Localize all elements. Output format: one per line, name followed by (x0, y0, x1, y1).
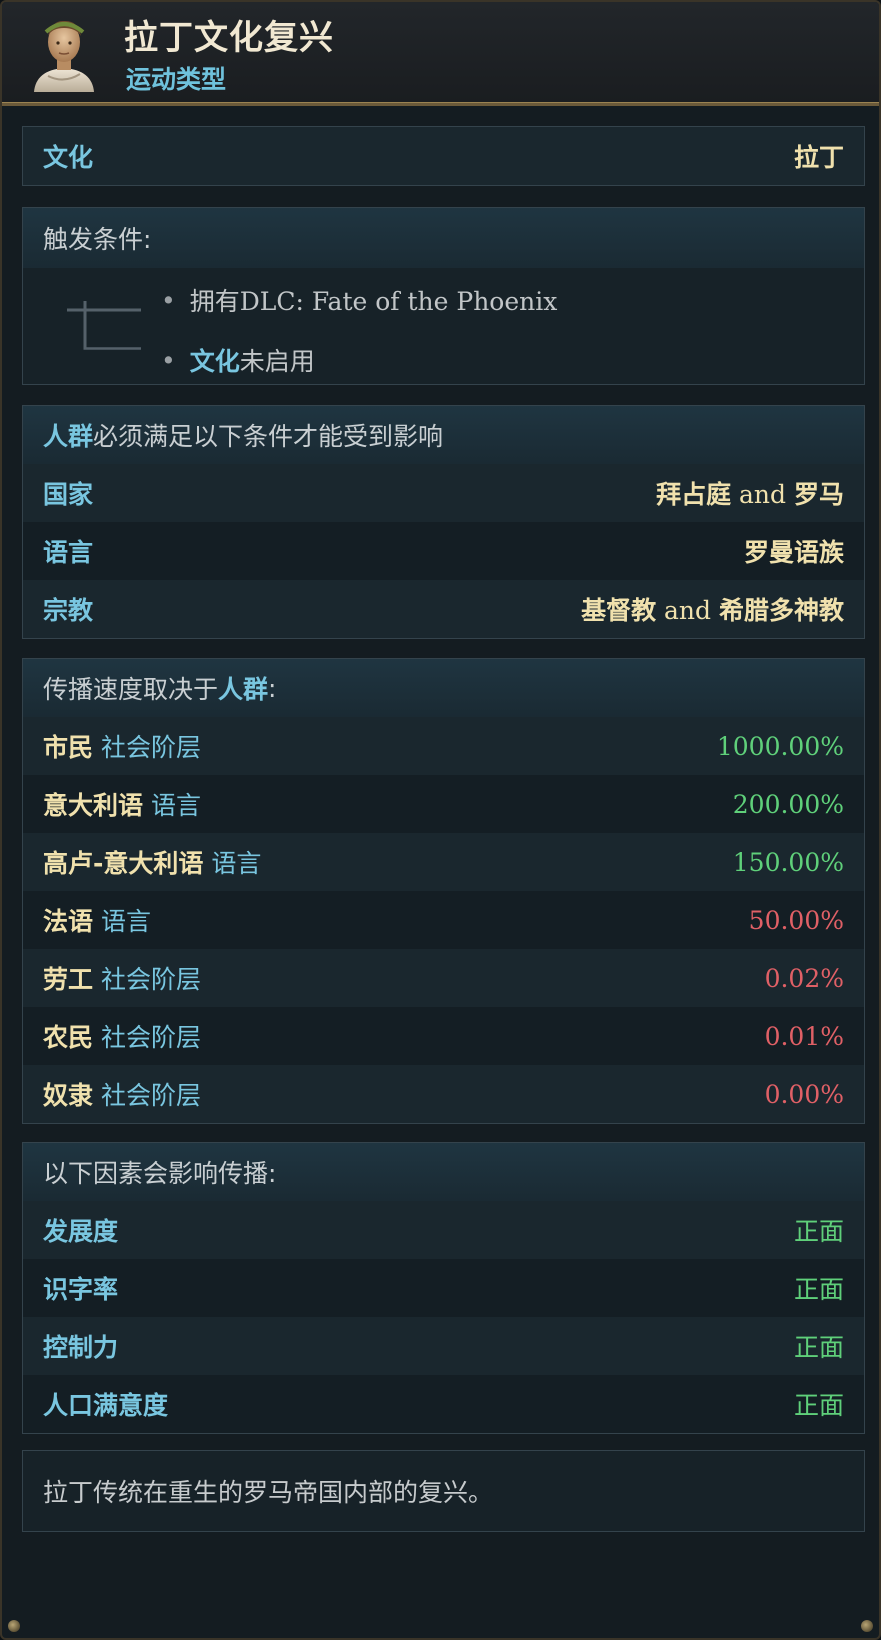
pop-group-name[interactable]: 市民 (43, 733, 93, 762)
pop-group-name[interactable]: 意大利语 (43, 791, 143, 820)
corner-rivet (8, 1620, 20, 1632)
requirement-row: 语言 罗曼语族 (23, 522, 864, 580)
factors-panel: 以下因素会影响传播: 发展度 正面 识字率 正面 控制力 正面 人口满意度 正面 (22, 1142, 865, 1434)
spread-row: 法语 语言 50.00% (23, 891, 864, 949)
spread-row: 意大利语 语言 200.00% (23, 775, 864, 833)
pop-group-name[interactable]: 高卢-意大利语 (43, 849, 203, 878)
pop-group-type[interactable]: 语言 (211, 849, 261, 878)
spread-row-subject: 法语 语言 (43, 902, 151, 938)
requirement-label[interactable]: 宗教 (43, 591, 93, 627)
or-bracket-icon (67, 300, 141, 350)
spread-row-subject: 农民 社会阶层 (43, 1018, 201, 1054)
spread-row-subject: 高卢-意大利语 语言 (43, 844, 261, 880)
spread-row-subject: 奴隶 社会阶层 (43, 1076, 201, 1112)
factor-label[interactable]: 人口满意度 (43, 1386, 168, 1422)
pop-group-name[interactable]: 农民 (43, 1023, 93, 1052)
movement-title: 拉丁文化复兴 (124, 18, 334, 58)
tooltip-window: 拉丁文化复兴 运动类型 文化 拉丁 触发条件: • 拥有DLC: Fate of… (0, 0, 881, 1640)
spread-panel: 传播速度取决于 人群 : 市民 社会阶层 1000.00% 意大利语 语言 200.0… (22, 658, 865, 1124)
spread-row: 市民 社会阶层 1000.00% (23, 717, 864, 775)
pop-group-name[interactable]: 劳工 (43, 965, 93, 994)
pops-link[interactable]: 人群 (43, 417, 93, 453)
tooltip-header: 拉丁文化复兴 运动类型 (2, 2, 879, 106)
factor-value: 正面 (793, 1275, 844, 1304)
requirement-label[interactable]: 语言 (43, 533, 93, 569)
requirements-heading: 人群 必须满足以下条件才能受到影响 (23, 406, 864, 464)
trigger-condition-list: • 拥有DLC: Fate of the Phoenix • 文化 未启用 (23, 268, 864, 384)
spread-multiplier: 150.00% (732, 847, 844, 877)
pop-group-type[interactable]: 语言 (151, 791, 201, 820)
factor-label[interactable]: 识字率 (43, 1270, 118, 1306)
movement-type-link[interactable]: 运动类型 (126, 60, 226, 96)
spread-row-subject: 劳工 社会阶层 (43, 960, 201, 996)
spread-heading: 传播速度取决于 人群 : (23, 659, 864, 717)
factor-label[interactable]: 控制力 (43, 1328, 118, 1364)
trigger-condition-item: • 拥有DLC: Fate of the Phoenix (161, 285, 558, 317)
factor-value: 正面 (793, 1333, 844, 1362)
spread-row-list: 市民 社会阶层 1000.00% 意大利语 语言 200.00% 高卢-意大利语 语言 1… (23, 717, 864, 1123)
factor-value: 正面 (793, 1391, 844, 1420)
factor-label[interactable]: 发展度 (43, 1212, 118, 1248)
spread-multiplier: 200.00% (732, 789, 844, 819)
requirement-row: 宗教 基督教 and 希腊多神教 (23, 580, 864, 638)
spread-multiplier: 0.01% (764, 1021, 844, 1051)
culture-panel: 文化 拉丁 (22, 126, 865, 186)
trigger-panel: 触发条件: • 拥有DLC: Fate of the Phoenix • 文化 … (22, 207, 865, 385)
spread-multiplier: 0.00% (764, 1079, 844, 1109)
culture-link[interactable]: 文化 (190, 342, 240, 378)
corner-rivet (861, 1620, 873, 1632)
spread-row-subject: 意大利语 语言 (43, 786, 201, 822)
culture-value[interactable]: 拉丁 (794, 138, 844, 174)
bullet-icon: • (161, 345, 176, 375)
spread-row: 劳工 社会阶层 0.02% (23, 949, 864, 1007)
trigger-condition-item: • 文化 未启用 (161, 342, 315, 378)
requirement-label[interactable]: 国家 (43, 475, 93, 511)
factor-value: 正面 (793, 1217, 844, 1246)
spread-row: 农民 社会阶层 0.01% (23, 1007, 864, 1065)
emperor-bust-icon (34, 20, 94, 92)
spread-multiplier: 1000.00% (716, 731, 844, 761)
factor-row: 控制力 正面 (23, 1317, 864, 1375)
trigger-heading: 触发条件: (23, 208, 864, 268)
movement-description: 拉丁传统在重生的罗马帝国内部的复兴。 (22, 1450, 865, 1532)
spread-row: 奴隶 社会阶层 0.00% (23, 1065, 864, 1123)
spread-row-subject: 市民 社会阶层 (43, 728, 201, 764)
bullet-icon: • (161, 285, 176, 315)
pop-group-name[interactable]: 奴隶 (43, 1081, 93, 1110)
factor-row: 识字率 正面 (23, 1259, 864, 1317)
culture-label[interactable]: 文化 (43, 138, 93, 174)
pop-group-type[interactable]: 语言 (101, 907, 151, 936)
pop-group-name[interactable]: 法语 (43, 907, 93, 936)
pop-group-type[interactable]: 社会阶层 (101, 1081, 201, 1110)
spread-multiplier: 0.02% (764, 963, 844, 993)
requirement-row: 国家 拜占庭 and 罗马 (23, 464, 864, 522)
pops-link[interactable]: 人群 (218, 670, 268, 706)
factor-row: 人口满意度 正面 (23, 1375, 864, 1433)
spread-multiplier: 50.00% (748, 905, 844, 935)
requirements-panel: 人群 必须满足以下条件才能受到影响 国家 拜占庭 and 罗马 语言 罗曼语族 … (22, 405, 865, 639)
factor-row: 发展度 正面 (23, 1201, 864, 1259)
spread-row: 高卢-意大利语 语言 150.00% (23, 833, 864, 891)
factors-heading: 以下因素会影响传播: (23, 1143, 864, 1201)
pop-group-type[interactable]: 社会阶层 (101, 1023, 201, 1052)
pop-group-type[interactable]: 社会阶层 (101, 965, 201, 994)
culture-row: 文化 拉丁 (23, 127, 864, 185)
pop-group-type[interactable]: 社会阶层 (101, 733, 201, 762)
